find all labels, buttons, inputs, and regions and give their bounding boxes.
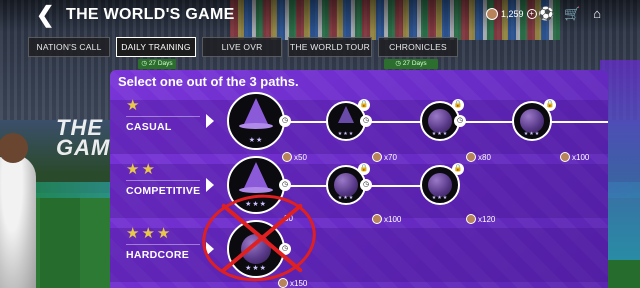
coin-icon — [278, 278, 288, 288]
tab-nations-call[interactable]: NATION'S CALL — [28, 37, 110, 57]
node-stars: ★★★ — [523, 131, 541, 137]
stage-node-3[interactable]: ★★★ 🔒 — [420, 163, 464, 205]
top-bar: ❮ THE WORLD'S GAME 1,259 + ⚽ 🛒 ⌂ — [0, 0, 640, 32]
wizard-hat-icon — [338, 106, 354, 123]
tier-stars: ★ — [126, 97, 142, 114]
reward-1: x150 — [278, 278, 307, 288]
path-row-competitive[interactable]: ★★ COMPETITIVE ★★★ ◷ 80 ★★★ 🔒 ◷ x100 ★★★… — [110, 156, 608, 224]
clock-icon: ◷ — [454, 115, 466, 127]
training-paths-panel: Select one out of the 3 paths. ★ CASUAL … — [110, 70, 608, 288]
node-stars: ★★★ — [431, 131, 449, 137]
select-arrow-icon[interactable] — [206, 114, 214, 128]
lock-icon: 🔒 — [358, 99, 370, 111]
tab-chronicles[interactable]: CHRONICLES — [378, 37, 458, 57]
node-stars: ★★★ — [337, 131, 355, 137]
lock-icon: 🔒 — [452, 99, 464, 111]
stage-node-4[interactable]: ★★★ 🔒 — [512, 99, 556, 141]
wizard-hat-brim — [239, 187, 273, 193]
chronicles-timer-badge: ◷ 27 Days — [384, 59, 438, 69]
tier-label: HARDCORE — [126, 249, 190, 261]
player-figure — [0, 133, 36, 288]
tab-world-tour[interactable]: THE WORLD TOUR — [288, 37, 372, 57]
node-stars: ★★★ — [337, 195, 355, 201]
path-row-hardcore[interactable]: ★★★ HARDCORE ★★★ ◷ x150 — [110, 220, 608, 288]
node-stars: ★★★ — [431, 195, 449, 201]
tab-live-ovr[interactable]: LIVE OVR — [202, 37, 282, 57]
ball-icon — [520, 109, 544, 133]
ball-icon — [334, 173, 358, 197]
stage-node-1[interactable]: ★★ ◷ — [227, 92, 291, 150]
wizard-hat-icon — [244, 98, 268, 124]
tier-label: COMPETITIVE — [126, 185, 201, 197]
wizard-hat-icon — [244, 162, 268, 188]
tab-daily-training[interactable]: DAILY TRAINING — [116, 37, 196, 57]
add-coins-icon[interactable]: + — [526, 9, 537, 19]
coin-count: 1,259 — [501, 9, 524, 19]
page-title: THE WORLD'S GAME — [66, 6, 235, 23]
wizard-hat-brim — [239, 123, 273, 129]
clock-icon: ◷ — [360, 115, 372, 127]
lock-icon: 🔒 — [544, 99, 556, 111]
home-icon[interactable]: ⌂ — [590, 7, 604, 21]
ball-icon — [428, 109, 452, 133]
coin-icon — [486, 8, 498, 20]
lock-icon: 🔒 — [452, 163, 464, 175]
select-arrow-icon[interactable] — [206, 178, 214, 192]
daily-training-timer-badge: ◷ 27 Days — [138, 59, 176, 69]
ball-icon[interactable]: ⚽ — [538, 7, 554, 21]
lock-icon: 🔒 — [358, 163, 370, 175]
divider — [126, 244, 200, 245]
back-button[interactable]: ❮ — [36, 4, 54, 26]
stage-node-3[interactable]: ★★★ 🔒 ◷ — [420, 99, 466, 141]
panel-header: Select one out of the 3 paths. — [118, 74, 299, 89]
tier-stars: ★★ — [126, 161, 157, 178]
ball-icon — [428, 173, 452, 197]
path-row-casual[interactable]: ★ CASUAL ★★ ◷ x50 ★★★ 🔒 ◷ x70 ★★★ 🔒 ◷ x8… — [110, 92, 608, 162]
clock-icon: ◷ — [279, 179, 291, 191]
tier-label: CASUAL — [126, 121, 172, 133]
node-stars: ★★ — [248, 137, 264, 144]
clock-icon: ◷ — [360, 179, 372, 191]
stage-node-2[interactable]: ★★★ 🔒 ◷ — [326, 163, 372, 205]
coin-balance[interactable]: 1,259 + — [486, 8, 537, 20]
clock-icon: ◷ — [279, 115, 291, 127]
divider — [126, 116, 200, 117]
cart-icon[interactable]: 🛒 — [564, 7, 580, 21]
divider — [126, 180, 200, 181]
stage-node-2[interactable]: ★★★ 🔒 ◷ — [326, 99, 372, 141]
tier-stars: ★★★ — [126, 225, 173, 242]
